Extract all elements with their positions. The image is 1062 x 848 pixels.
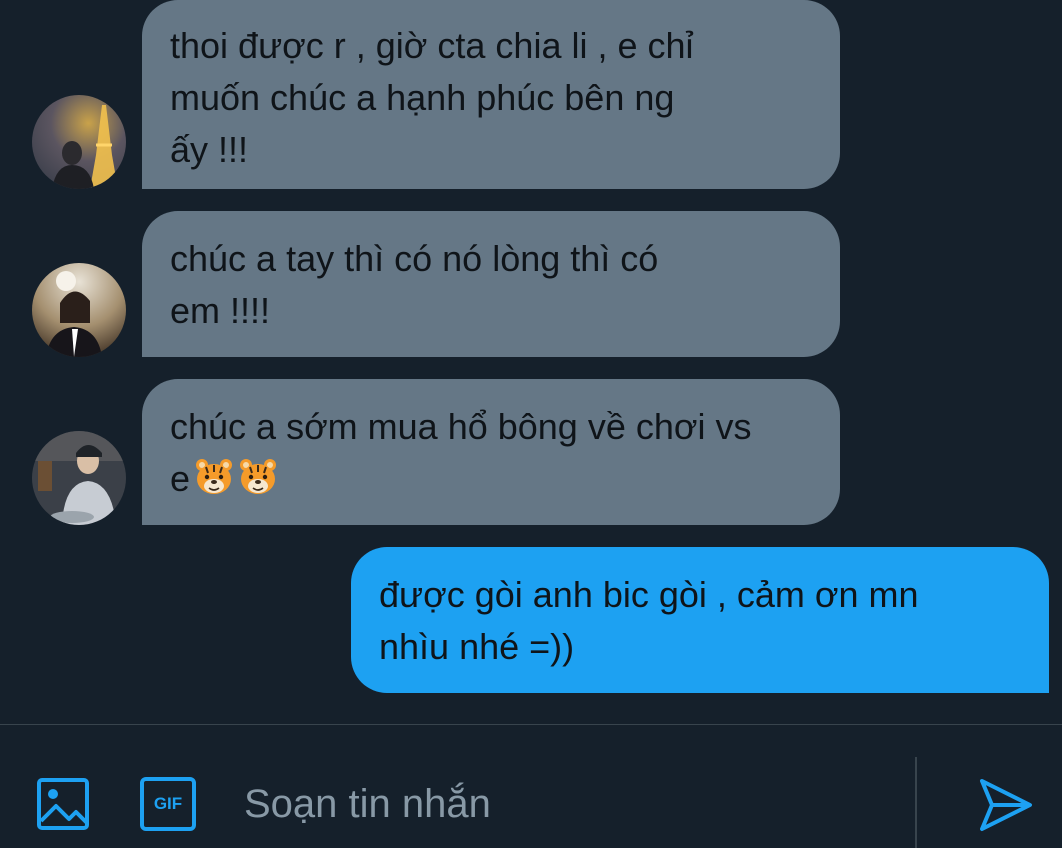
message-text-line: nhìu nhé =)) [379, 626, 575, 667]
avatar[interactable] [32, 263, 126, 357]
send-button[interactable] [978, 775, 1034, 833]
avatar-restaurant-photo-icon [32, 431, 126, 525]
message-text-line: em !!!! [170, 290, 271, 331]
send-icon [980, 779, 1032, 831]
incoming-message-bubble[interactable]: chúc a tay thì có nó lòng thì có em !!!! [142, 211, 840, 357]
tiger-face-icon [240, 459, 277, 494]
gif-label: GIF [153, 794, 183, 813]
outgoing-message-bubble[interactable]: được gòi anh bic gòi , cảm ơn mn nhìu nh… [351, 547, 1049, 693]
message-text-line: được gòi anh bic gòi , cảm ơn mn [379, 574, 919, 615]
avatar[interactable] [32, 95, 126, 189]
message-text-line: thoi được r , giờ cta chia li , e chỉ [170, 25, 694, 66]
incoming-message-bubble[interactable]: thoi được r , giờ cta chia li , e chỉ mu… [142, 0, 840, 189]
image-icon [37, 778, 89, 830]
message-input[interactable] [244, 777, 864, 831]
message-text-fragment: e [170, 458, 191, 499]
add-media-button[interactable] [36, 777, 90, 831]
incoming-message-bubble[interactable]: chúc a sớm mua hổ bông về chơi vs e [142, 379, 840, 525]
message-text-line: muốn chúc a hạnh phúc bên ng [170, 77, 675, 118]
message-text-line: chúc a tay thì có nó lòng thì có [170, 238, 659, 279]
avatar-mirror-selfie-icon [32, 263, 126, 357]
avatar[interactable] [32, 431, 126, 525]
dm-conversation-screen: thoi được r , giờ cta chia li , e chỉ mu… [0, 0, 1062, 848]
avatar-eiffel-photo-icon [32, 95, 126, 189]
composer-divider [915, 757, 917, 848]
message-composer: GIF [0, 724, 1062, 848]
message-text-line: e [170, 453, 812, 505]
tiger-face-icon [196, 459, 233, 494]
message-text-line: ấy !!! [170, 129, 249, 170]
add-gif-button[interactable]: GIF [140, 777, 196, 831]
message-text-line: chúc a sớm mua hổ bông về chơi vs [170, 406, 752, 447]
